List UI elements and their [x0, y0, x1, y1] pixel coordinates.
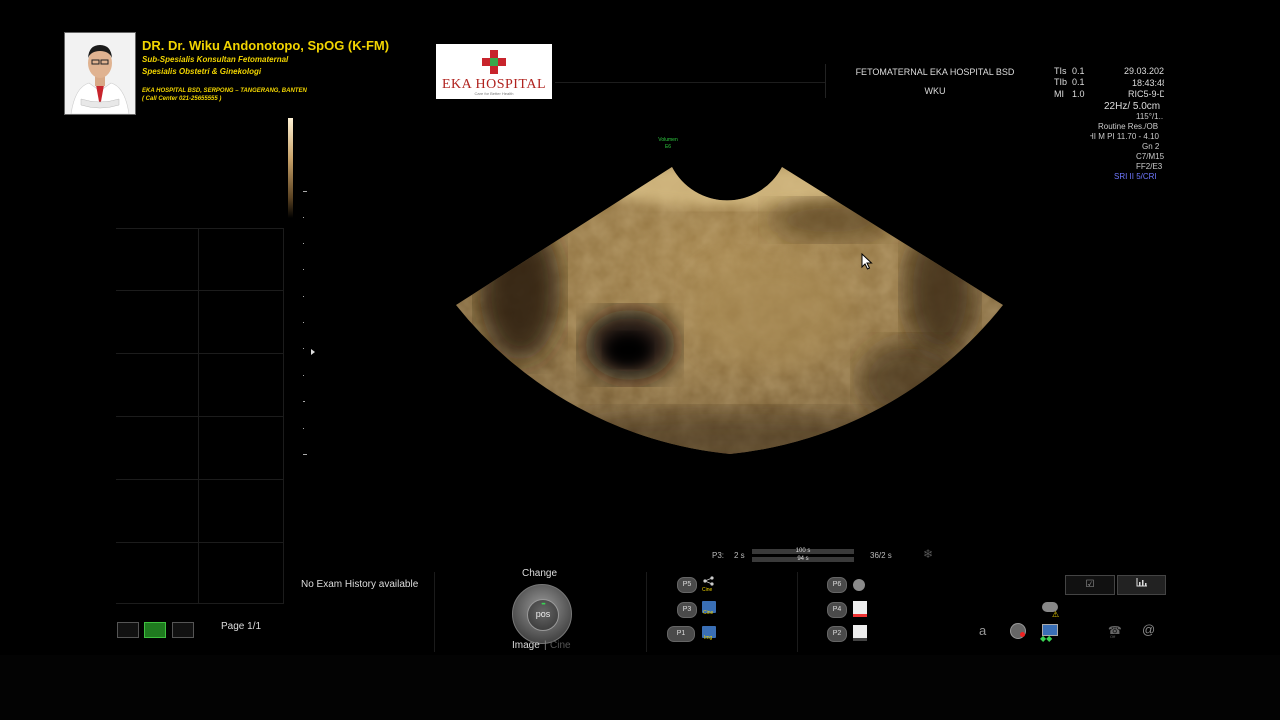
preset-button-p5[interactable]: P5	[677, 577, 697, 593]
keyboard-a-icon[interactable]: a	[979, 623, 986, 638]
knob-center[interactable]: ••• pos	[527, 599, 559, 631]
doctor-name: DR. Dr. Wiku Andonotopo, SpOG (K-FM)	[142, 38, 390, 53]
probe: RIC5-9-D	[1128, 89, 1164, 99]
sri-value: SRI II 5/CRI	[1114, 172, 1157, 181]
divider	[646, 572, 647, 652]
mode-line: HI M PI 11.70 - 4.10	[1090, 132, 1159, 141]
p5-caption: Cine	[702, 587, 713, 593]
depth-tick	[303, 217, 304, 218]
preset-button-p1[interactable]: P1	[667, 626, 695, 642]
tib-value: 0.1	[1072, 77, 1085, 87]
checklist-tab-button[interactable]: ☑	[1065, 575, 1115, 595]
sector-angle: 115°/1..	[1136, 112, 1164, 121]
knob-bottom-sep: |	[544, 640, 547, 651]
depth-tick	[303, 322, 304, 323]
p3-caption: Cine	[703, 610, 714, 616]
hospital-logo: EKA HOSPITAL Care for Better Health	[436, 44, 552, 99]
depth-tick	[303, 296, 304, 297]
preset-button-p4[interactable]: P4	[827, 602, 847, 618]
cine-label: P3:	[712, 551, 725, 560]
preset-button-p6[interactable]: P6	[827, 577, 847, 593]
phone-caption: Off	[1110, 634, 1116, 639]
warning-triangle-icon: ⚠	[1052, 610, 1060, 619]
cine-bar-top-label: 100 s	[795, 548, 811, 554]
tis-value: 0.1	[1072, 66, 1085, 76]
preset-button-p3[interactable]: P3	[677, 602, 697, 618]
depth-tick	[303, 243, 304, 244]
layout-dual-button[interactable]	[144, 622, 166, 638]
knob-bottom-image[interactable]: Image	[512, 640, 540, 651]
thumbnail-grid	[116, 228, 284, 604]
error-dot	[1020, 632, 1025, 637]
doctor-address: EKA HOSPITAL BSD, SERPONG – TANGERANG, B…	[142, 88, 307, 94]
cine-start: 2 s	[734, 551, 745, 560]
depth-tick	[303, 428, 304, 429]
tis-label: TIs	[1054, 66, 1067, 76]
mi-value: 1.0	[1072, 89, 1085, 99]
doctor-subtitle-2: Spesialis Obstetri & Ginekologi	[142, 67, 262, 76]
email-at-icon[interactable]: @	[1142, 622, 1155, 637]
hospital-logo-tagline: Care for Better Health	[474, 91, 514, 96]
mi-label: MI	[1054, 89, 1064, 99]
right-info-panel: 29.03.2021 18:43:48 RIC5-9-D 22Hz/ 5.0cm…	[1090, 64, 1164, 184]
pos-knob[interactable]: ••• pos	[512, 584, 572, 644]
header-rule	[555, 82, 825, 83]
freq-depth: 22Hz/ 5.0cm	[1104, 101, 1161, 112]
doctor-subtitle-1: Sub-Spesialis Konsultan Fetomaternal	[142, 55, 289, 64]
depth-tick	[303, 375, 304, 376]
bottom-strip	[0, 655, 1280, 720]
exam-history-text: No Exam History available	[301, 579, 419, 590]
time: 18:43:48	[1132, 78, 1164, 88]
freeze-snowflake-icon[interactable]: ❄	[923, 547, 933, 561]
printer-color-icon[interactable]	[853, 601, 867, 617]
ultrasound-image[interactable]	[440, 140, 1020, 470]
depth-tick	[303, 191, 307, 192]
layout-single-button[interactable]	[117, 622, 139, 638]
gain: Gn 2	[1142, 142, 1160, 151]
divider	[797, 572, 798, 652]
cine-end: 36/2 s	[870, 551, 892, 560]
knob-center-label: pos	[535, 609, 551, 619]
c-value: C7/M15	[1136, 152, 1164, 161]
institution-name: FETOMATERNAL EKA HOSPITAL BSD	[855, 67, 1015, 77]
chart-tab-button[interactable]	[1117, 575, 1166, 595]
ff-value: FF2/E3	[1136, 162, 1163, 171]
grayscale-bar	[288, 118, 293, 218]
divider	[434, 572, 435, 652]
focus-marker-icon[interactable]	[311, 349, 315, 355]
doctor-photo	[64, 32, 136, 115]
printer-icon[interactable]	[853, 625, 867, 641]
doctor-callcenter: ( Call Center 021-25655555 )	[142, 96, 222, 102]
p1-caption: Img	[704, 635, 713, 641]
depth-tick	[303, 269, 304, 270]
page-indicator: Page 1/1	[221, 621, 262, 632]
tib-label: TIb	[1054, 77, 1068, 87]
depth-tick	[303, 454, 307, 455]
mouse-cursor-icon	[861, 253, 873, 270]
preset: Routine Res./OB	[1098, 122, 1159, 131]
operator-id: WKU	[924, 86, 946, 96]
hospital-cross-icon	[482, 50, 506, 74]
cine-bar-bottom-label: 94 s	[797, 556, 809, 562]
knob-top-label: Change	[522, 568, 558, 579]
depth-tick	[303, 401, 305, 402]
network-arrows-icon: ◆◆	[1040, 634, 1053, 643]
date: 29.03.2021	[1124, 66, 1164, 76]
disc-icon[interactable]	[853, 579, 865, 591]
knob-dots: •••	[541, 602, 545, 608]
layout-quad-button[interactable]	[172, 622, 194, 638]
depth-tick	[303, 348, 304, 349]
preset-button-p2[interactable]: P2	[827, 626, 847, 642]
knob-bottom-cine[interactable]: Cine	[550, 640, 571, 651]
